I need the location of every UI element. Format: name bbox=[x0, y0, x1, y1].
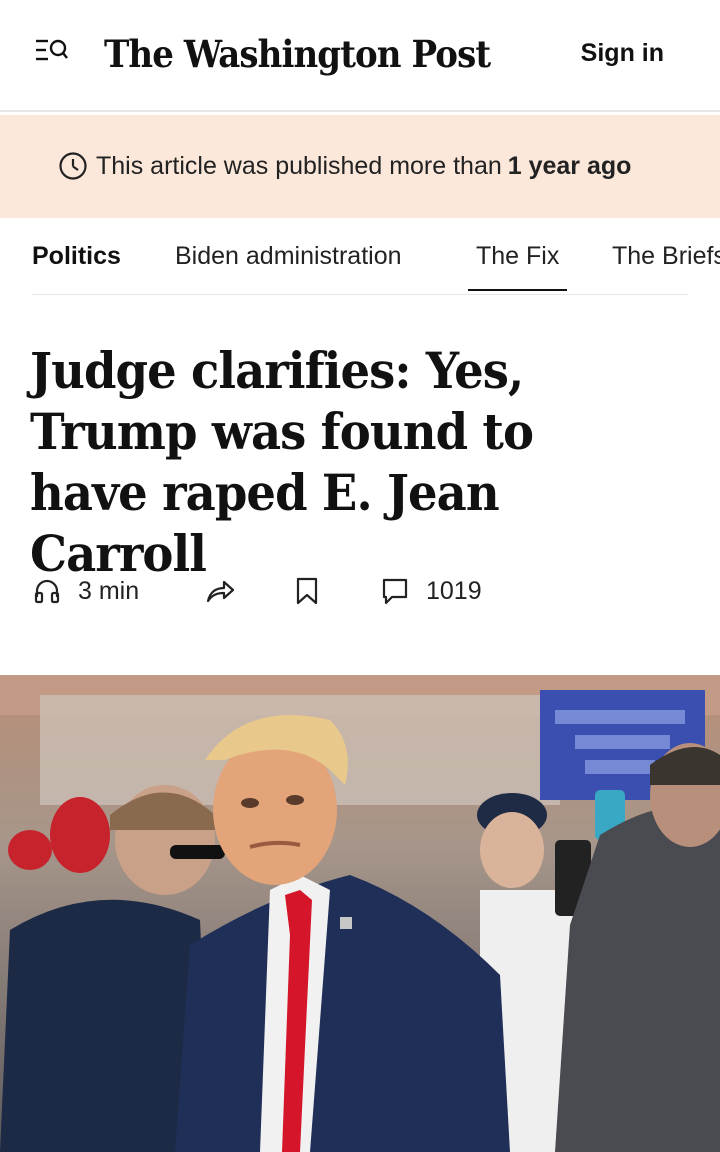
comments-button[interactable]: 1019 bbox=[380, 576, 482, 606]
share-button[interactable] bbox=[204, 576, 236, 606]
nav-item-biden-administration[interactable]: Biden administration bbox=[175, 238, 402, 274]
age-notice: This article was published more than 1 y… bbox=[58, 149, 631, 183]
lead-photo[interactable] bbox=[0, 675, 720, 1152]
section-nav-viewport: Politics Biden administration The Fix Th… bbox=[0, 222, 720, 302]
age-notice-emphasis: 1 year ago bbox=[507, 151, 632, 180]
headphones-icon bbox=[34, 579, 60, 604]
comment-count: 1019 bbox=[426, 576, 482, 605]
bookmark-button[interactable] bbox=[295, 576, 319, 606]
age-notice-banner: This article was published more than 1 y… bbox=[0, 115, 720, 218]
nav-item-the-fix[interactable]: The Fix bbox=[467, 238, 568, 291]
article-actions: 3 min 1019 bbox=[32, 570, 688, 620]
share-icon bbox=[206, 580, 235, 603]
article-headline: Judge clarifies: Yes, Trump was found to… bbox=[30, 341, 534, 583]
age-notice-text: This article was published more than bbox=[96, 151, 502, 180]
comment-icon bbox=[382, 578, 408, 605]
lead-photo-image bbox=[0, 675, 720, 1152]
clock-icon bbox=[59, 152, 87, 180]
site-header: The Washington Post Sign in bbox=[0, 0, 720, 112]
listen-button[interactable]: 3 min bbox=[32, 576, 139, 606]
nav-item-politics[interactable]: Politics bbox=[32, 238, 121, 274]
menu-search-button[interactable] bbox=[34, 36, 70, 66]
search-menu-icon bbox=[36, 39, 68, 61]
listen-time: 3 min bbox=[78, 576, 140, 605]
bookmark-icon bbox=[296, 577, 318, 605]
nav-item-the-briefs[interactable]: The Briefs bbox=[612, 238, 720, 274]
site-logo[interactable]: The Washington Post bbox=[104, 24, 491, 84]
section-nav: Politics Biden administration The Fix Th… bbox=[32, 222, 720, 295]
sign-in-link[interactable]: Sign in bbox=[581, 38, 664, 68]
